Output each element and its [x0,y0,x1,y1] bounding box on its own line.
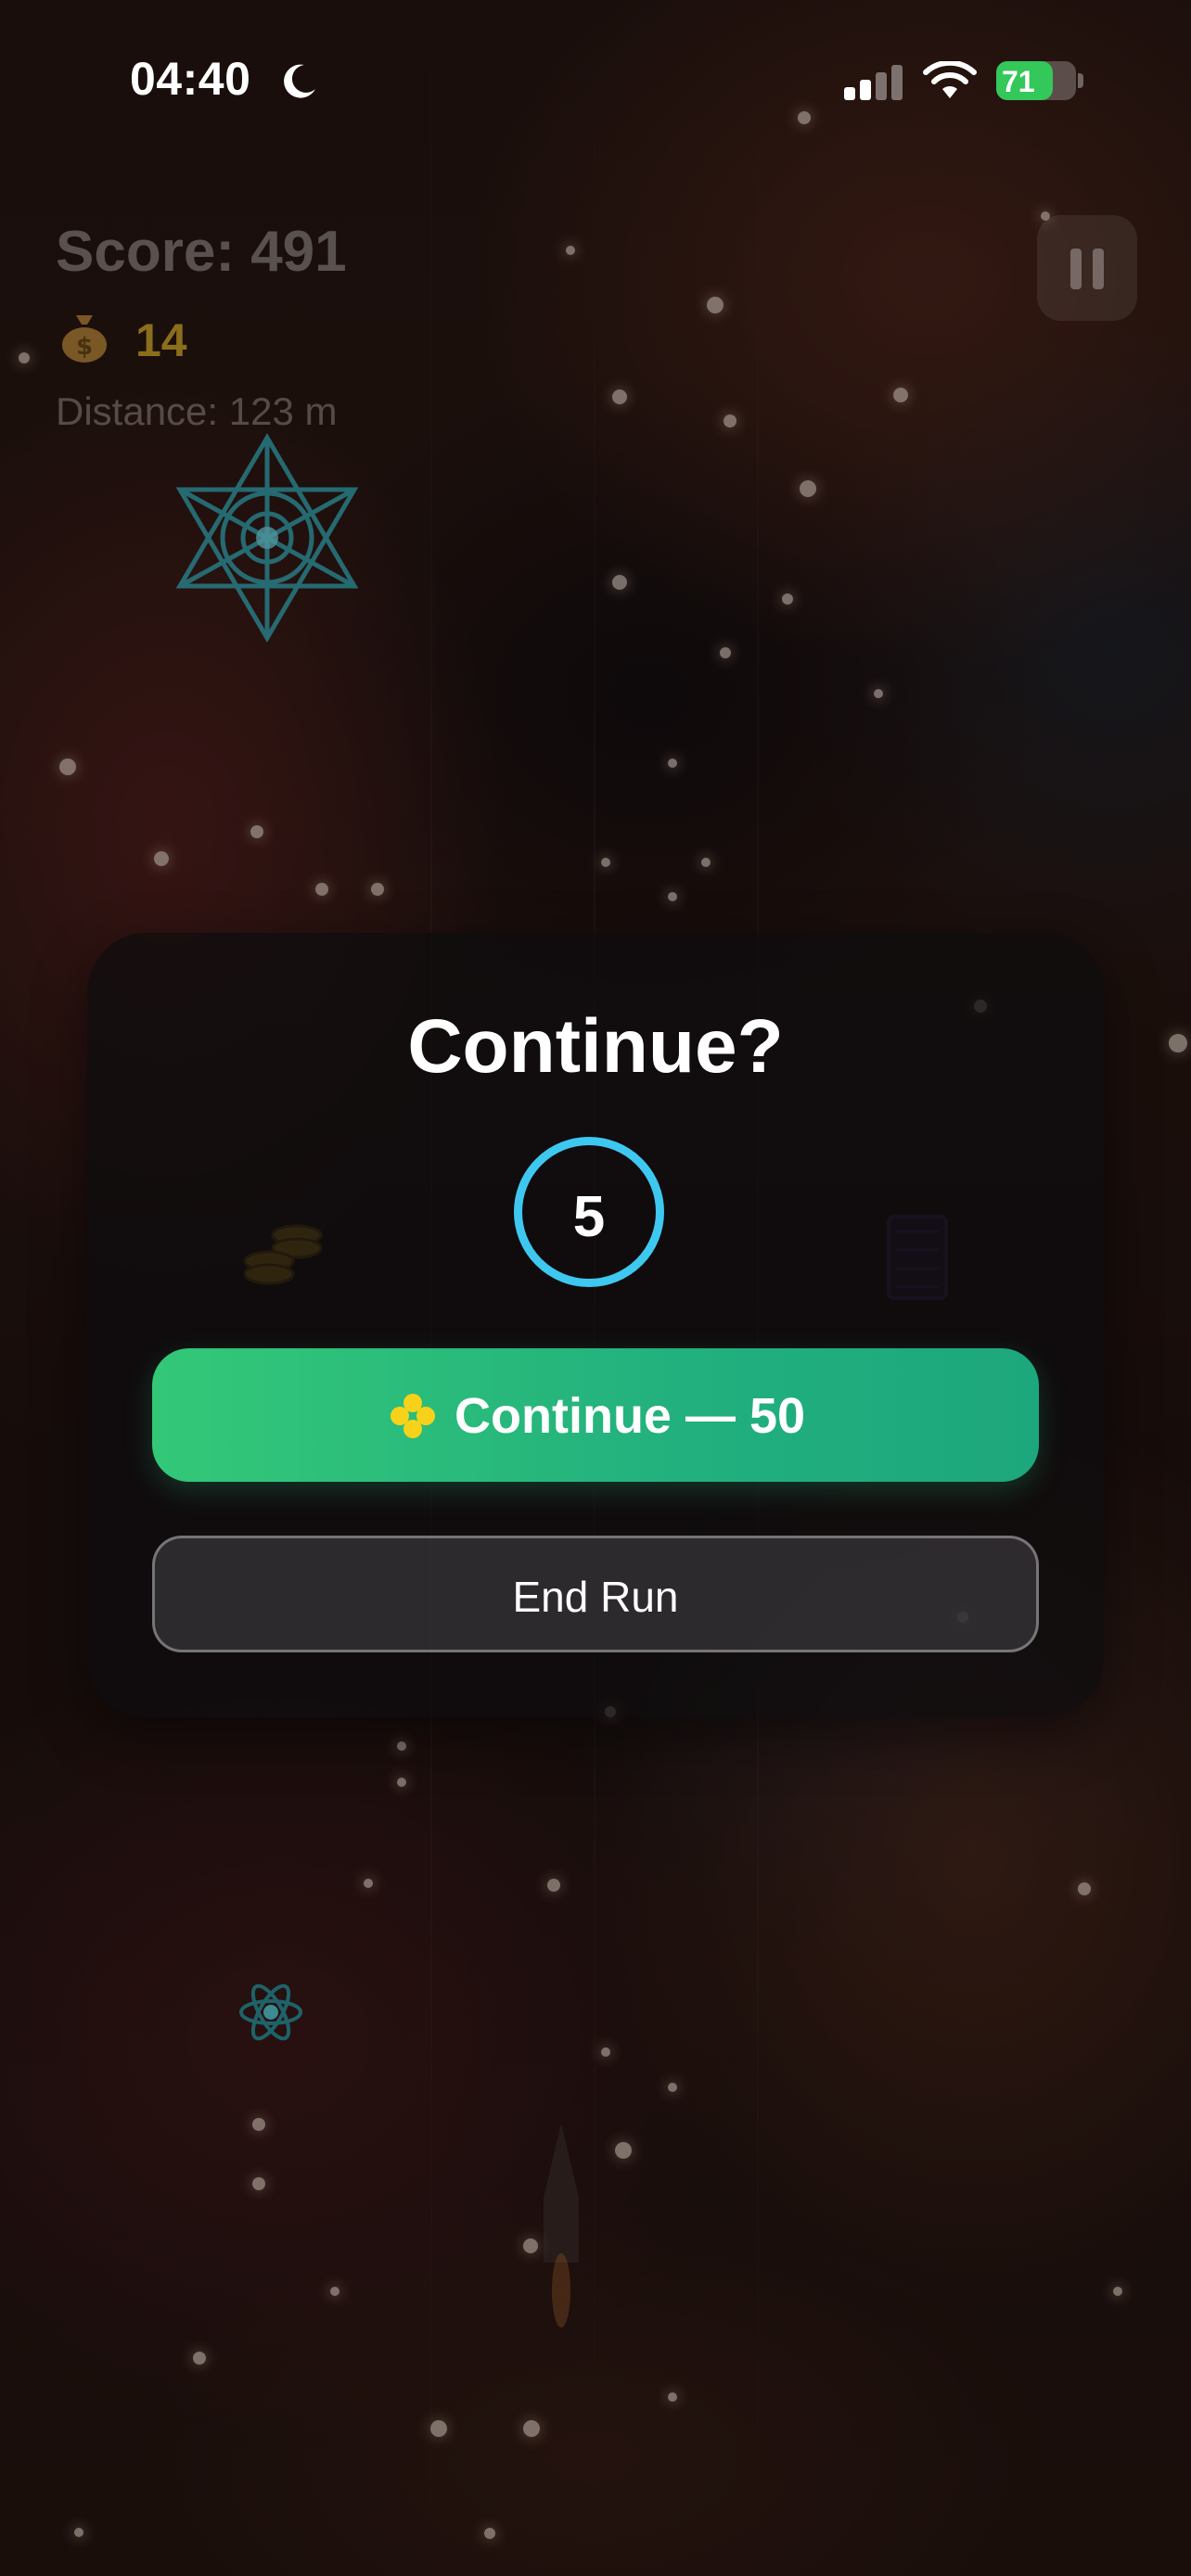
score-label: Score: 491 [56,220,347,284]
moon-icon [284,64,315,98]
pause-button[interactable] [1037,215,1137,321]
gem-currency-icon [391,1394,435,1438]
battery-tip [1078,73,1083,88]
countdown-ring: 5 [514,1137,664,1287]
end-run-button[interactable]: End Run [152,1536,1039,1652]
dialog-title: Continue? [407,1004,784,1089]
coin-count: 14 [135,314,187,366]
svg-text:$: $ [76,333,93,361]
continue-button-label: Continue — 50 [455,1388,806,1444]
countdown-number: 5 [572,1185,606,1249]
status-time: 04:40 [130,53,251,105]
distance-label: Distance: 123 m [56,389,338,433]
money-bag-icon: $ [62,315,107,363]
battery-level: 71 [1002,65,1035,98]
game-screen: 04:40 71 Score: 491 $ 14 Distance: 123 m… [0,0,1191,2576]
status-bar: 04:40 71 [0,0,1191,148]
pause-icon [1093,249,1104,289]
continue-dialog: Continue? 5 Continue — 50 End Run [87,933,1104,1717]
battery-charging-icon: 71 [996,61,1076,100]
cellular-signal-icon [844,65,903,100]
continue-button[interactable]: Continue — 50 [152,1348,1039,1482]
pause-icon [1070,249,1082,289]
end-run-label: End Run [512,1573,679,1621]
wifi-icon [923,61,977,98]
